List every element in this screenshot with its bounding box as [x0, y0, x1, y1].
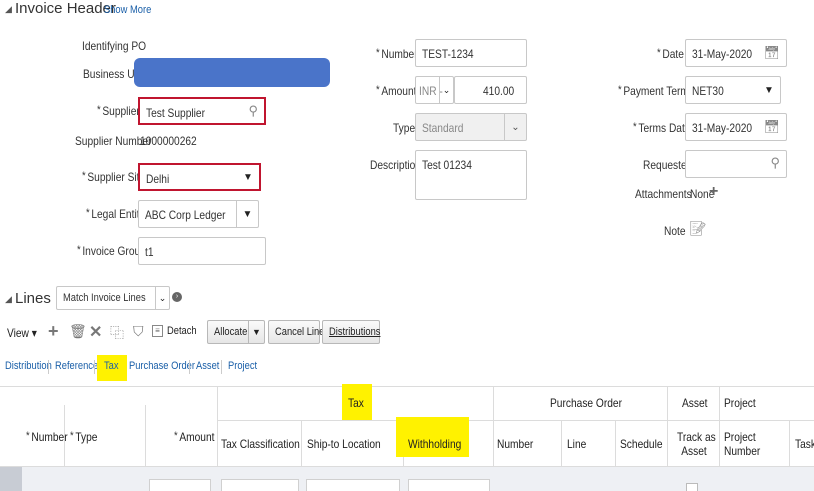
amount-cell-input[interactable] [149, 479, 211, 491]
tab-separator [48, 360, 49, 374]
chevron-down-icon[interactable]: ⌄ [504, 114, 526, 140]
tab-separator [189, 360, 190, 374]
calendar-icon[interactable]: 📅︎ [763, 45, 780, 61]
detach-button[interactable]: ≡ Detach [152, 325, 202, 337]
chevron-down-icon[interactable]: ⌄ [439, 77, 453, 103]
tab-tax[interactable]: Tax [104, 360, 119, 372]
distributions-button[interactable]: Distributions [322, 320, 380, 344]
col-po-number[interactable]: Number [497, 437, 533, 451]
ship-to-cell-input[interactable] [306, 479, 400, 491]
col-track-as-asset[interactable]: Track as Asset [677, 430, 716, 458]
search-icon[interactable]: ⚲ [770, 155, 780, 171]
tab-distribution[interactable]: Distribution [5, 360, 52, 372]
invoice-group-field[interactable]: t1 [138, 237, 266, 265]
add-icon[interactable]: + [48, 321, 59, 342]
payment-terms-label: * Payment Terms [618, 84, 695, 98]
track-as-asset-checkbox[interactable] [686, 483, 698, 491]
table-top-border [0, 386, 814, 387]
filter-icon[interactable]: ⛉ [133, 323, 144, 340]
supplier-number-value: 1000000262 [140, 134, 197, 148]
requester-label: Requester [643, 158, 691, 172]
cancel-line-button[interactable]: Cancel Line [268, 320, 324, 344]
collapse-triangle-icon[interactable]: ◢ [5, 294, 12, 305]
go-icon[interactable]: › [172, 292, 182, 302]
chevron-down-icon[interactable]: ⌄ [155, 287, 169, 309]
tab-separator [221, 360, 222, 374]
description-label: Description [370, 158, 422, 172]
calendar-icon[interactable]: 📅︎ [763, 119, 780, 135]
allocate-button[interactable]: Allocate ▼ [207, 320, 265, 344]
type-label: Type [393, 121, 416, 135]
legal-entity-select[interactable]: ABC Corp Ledger ▼ [138, 200, 259, 228]
search-icon[interactable]: ⚲ [248, 103, 258, 119]
delete-x-icon[interactable]: ✕ [89, 322, 102, 342]
type-select[interactable]: Standard ⌄ [415, 113, 527, 141]
trash-icon[interactable]: 🗑︎ [69, 323, 87, 340]
attachments-label: Attachments [635, 187, 692, 201]
requester-field[interactable]: ⚲ [685, 150, 787, 178]
number-label: * Number [376, 47, 418, 61]
col-line[interactable]: Line [567, 437, 586, 451]
currency-select[interactable]: INR - ⌄ [415, 76, 454, 104]
chevron-down-icon[interactable]: ▼ [237, 165, 259, 189]
business-unit-field[interactable] [134, 58, 330, 87]
chevron-down-icon[interactable]: ▼ [236, 201, 258, 227]
tax-classification-cell-input[interactable] [221, 479, 299, 491]
group-header-project: Project [724, 396, 756, 410]
amount-field[interactable]: 410.00 [454, 76, 527, 104]
lines-title: Lines [15, 290, 51, 307]
collapse-triangle-icon[interactable]: ◢ [5, 4, 12, 15]
tab-separator [94, 360, 95, 374]
col-task[interactable]: Task [795, 437, 814, 451]
invoice-number-field[interactable]: TEST-1234 [415, 39, 527, 67]
detach-icon: ≡ [152, 325, 163, 337]
row-selector[interactable] [0, 467, 22, 491]
supplier-field[interactable]: Test Supplier ⚲ [138, 97, 266, 125]
supplier-site-select[interactable]: Delhi ▼ [138, 163, 261, 191]
group-header-divider [217, 420, 814, 421]
add-attachment-icon[interactable]: + [709, 183, 718, 201]
chevron-down-icon[interactable]: ▼ [248, 321, 264, 343]
split-icon[interactable]: ⿻ [110, 323, 124, 343]
payment-terms-select[interactable]: NET30 ▼ [685, 76, 781, 104]
col-schedule[interactable]: Schedule [620, 437, 663, 451]
col-amount[interactable]: * Amount [174, 430, 214, 444]
supplier-label: * Supplier [97, 104, 140, 118]
terms-date-field[interactable]: 31-May-2020 📅︎ [685, 113, 787, 141]
note-icon[interactable]: 📝︎ [689, 220, 707, 237]
section-title: Invoice Header [15, 0, 116, 17]
col-number[interactable]: * Number [26, 430, 68, 444]
invoice-date-field[interactable]: 31-May-2020 📅︎ [685, 39, 787, 67]
show-more-link[interactable]: Show More [104, 4, 151, 16]
col-ship-to-location[interactable]: Ship-to Location [307, 437, 381, 451]
tab-project[interactable]: Project [228, 360, 257, 372]
tab-reference[interactable]: Reference [55, 360, 98, 372]
group-header-tax: Tax [348, 396, 364, 410]
col-tax-classification[interactable]: Tax Classification [221, 437, 300, 451]
col-withholding[interactable]: Withholding [408, 437, 461, 451]
tab-asset[interactable]: Asset [196, 360, 219, 372]
invoice-group-label: * Invoice Group [77, 244, 146, 258]
legal-entity-label: * Legal Entity [86, 207, 145, 221]
chevron-down-icon[interactable]: ▼ [758, 77, 780, 103]
terms-date-label: * Terms Date [633, 121, 691, 135]
col-type[interactable]: * Type [70, 430, 97, 444]
withholding-cell-input[interactable] [408, 479, 490, 491]
match-invoice-lines-select[interactable]: Match Invoice Lines ⌄ [56, 286, 170, 310]
group-header-asset: Asset [682, 396, 708, 410]
tab-purchase-order[interactable]: Purchase Order [129, 360, 195, 372]
amount-label: * Amount [376, 84, 417, 98]
date-label: * Date [657, 47, 684, 61]
identifying-po-label: Identifying PO [82, 39, 147, 53]
supplier-site-label: * Supplier Site [82, 170, 146, 184]
view-menu[interactable]: View ▾ [7, 326, 37, 340]
description-textarea[interactable]: Test 01234 [415, 150, 527, 200]
note-label: Note [664, 224, 686, 238]
col-project-number[interactable]: Project Number [724, 430, 760, 458]
group-header-purchase-order: Purchase Order [550, 396, 622, 410]
